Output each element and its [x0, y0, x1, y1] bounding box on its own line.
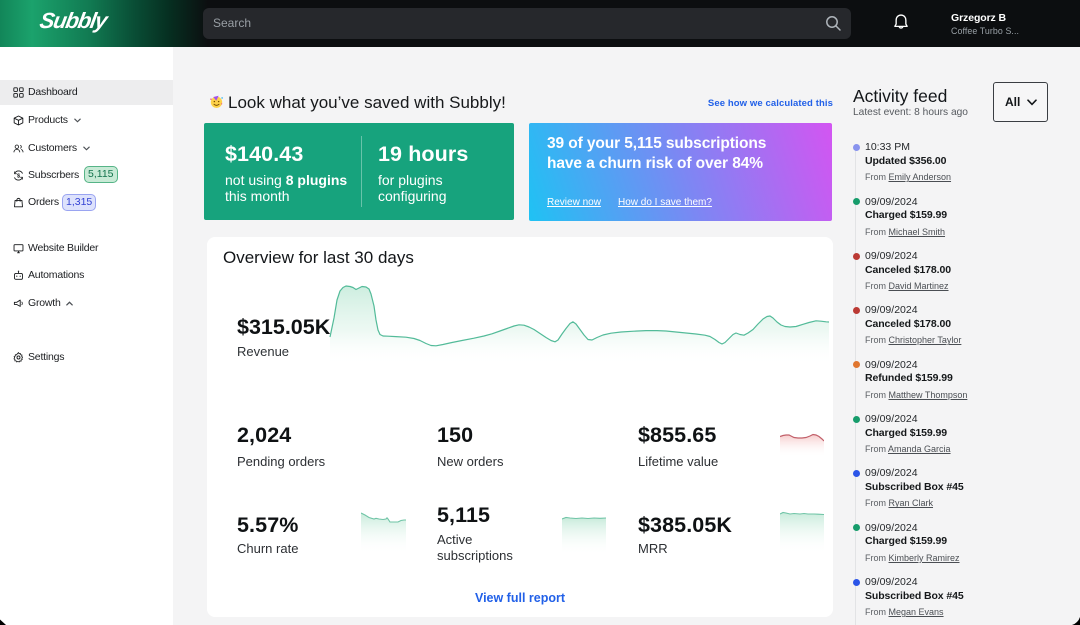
svg-text:$: $	[17, 173, 20, 179]
